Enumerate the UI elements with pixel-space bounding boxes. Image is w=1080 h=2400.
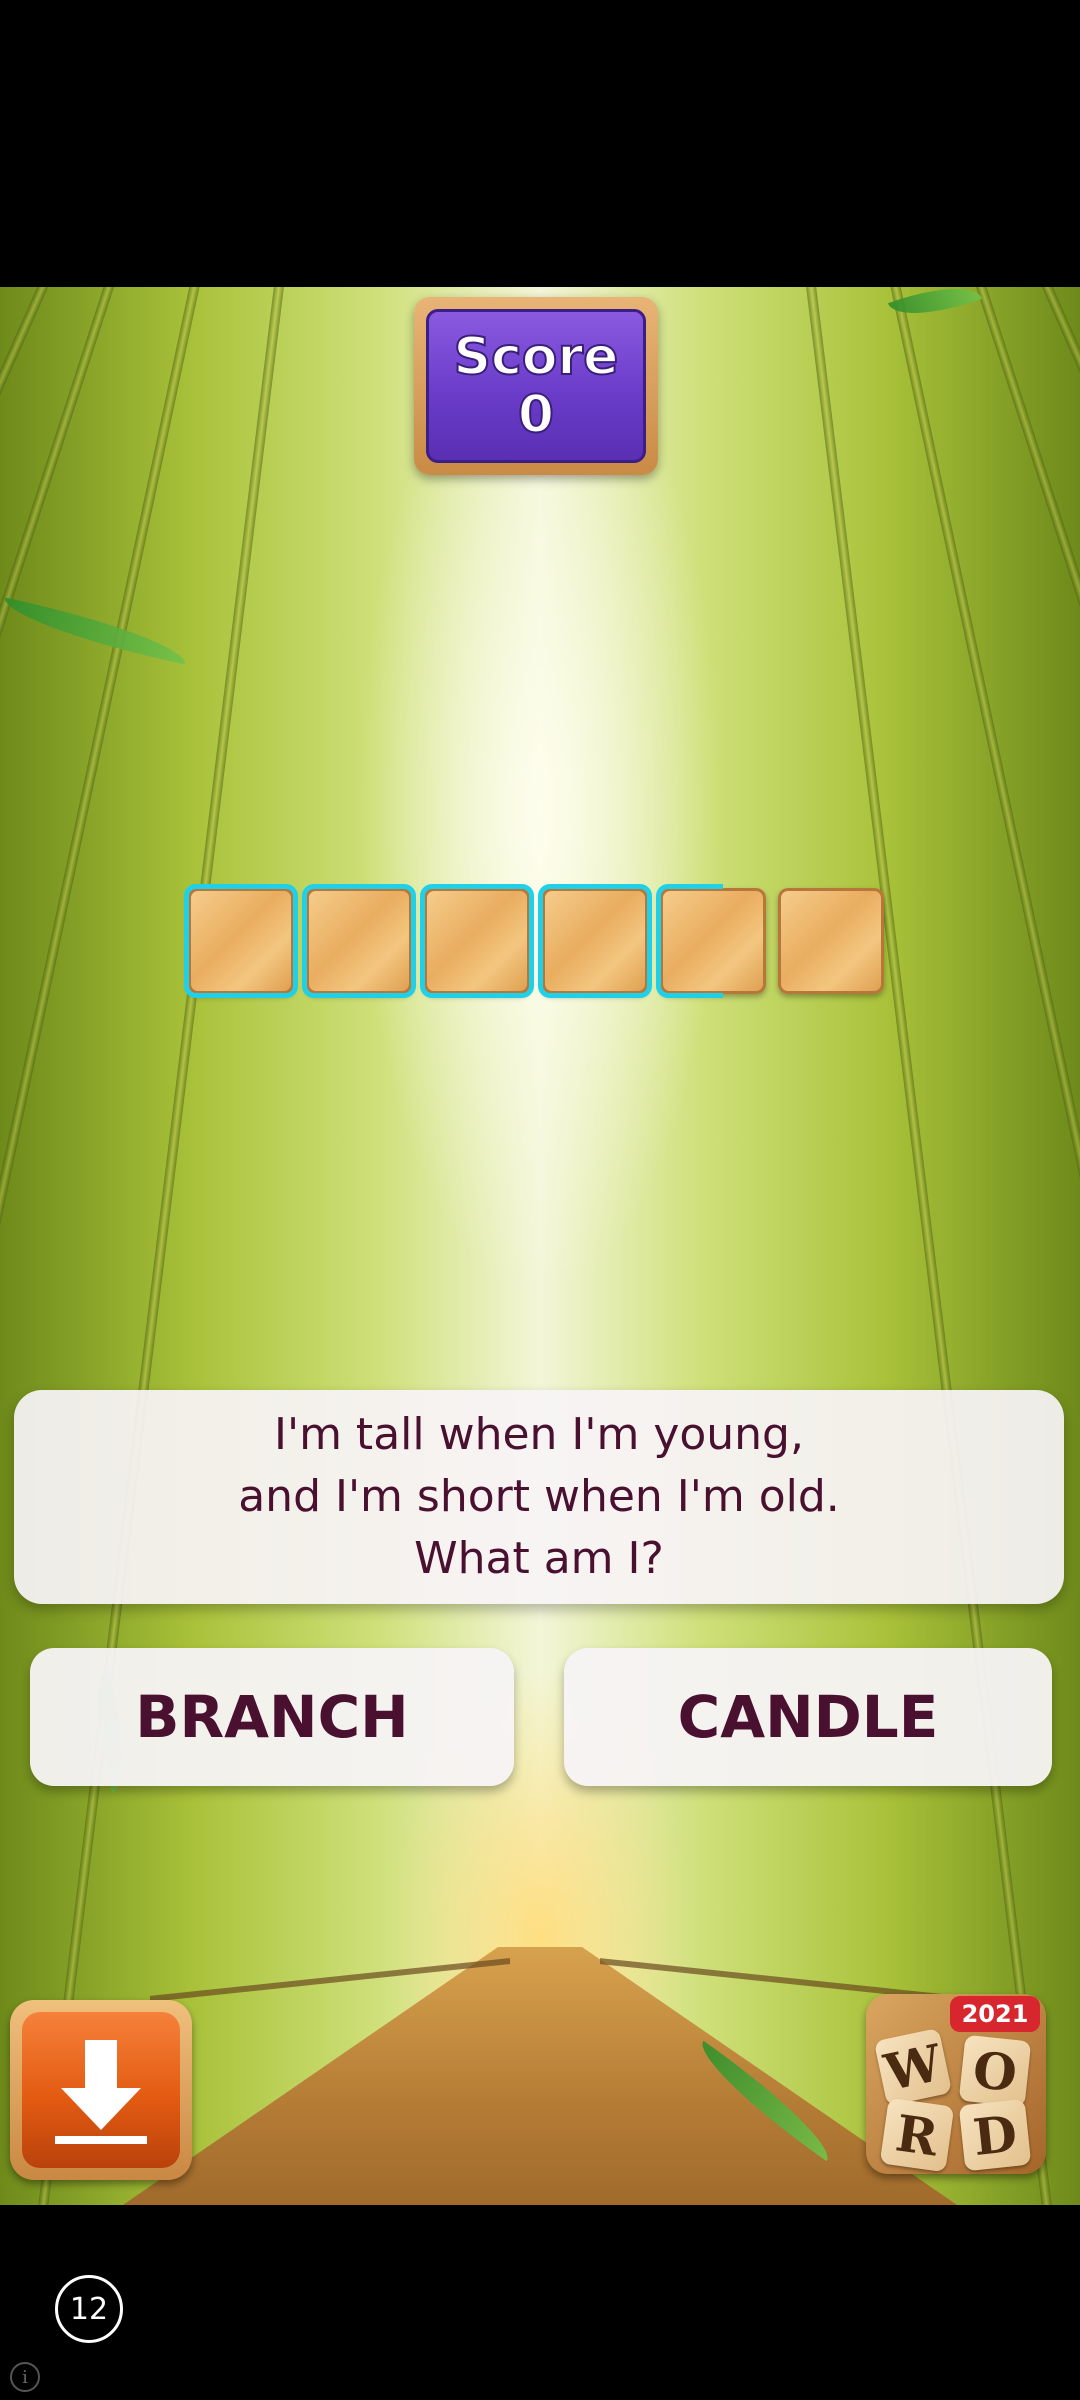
bamboo-stalk [0,287,70,2158]
logo-letter-tile: D [958,2098,1032,2172]
answer-label: BRANCH [135,1683,409,1751]
score-label: Score [453,327,620,387]
status-bar-area [0,0,1080,287]
score-inner: Score 0 [426,309,646,463]
game-background [0,287,1080,2205]
letter-slot [184,884,298,998]
bamboo-stalk [800,287,1066,2205]
leaf-decoration [0,597,191,665]
score-value: 0 [517,385,555,445]
riddle-line-2: and I'm short when I'm old. [238,1471,840,1522]
logo-letter-tile: W [873,2027,953,2107]
answer-button-branch[interactable]: BRANCH [30,1648,514,1786]
answer-label: CANDLE [677,1683,939,1751]
download-button[interactable] [10,2000,192,2180]
word-2021-logo[interactable]: 2021 W O R D [866,1994,1046,2174]
bamboo-stalk [0,287,130,2205]
answer-tiles [184,884,884,998]
bamboo-stalk [880,287,1080,2205]
riddle-line-1: I'm tall when I'm young, [274,1409,804,1460]
logo-letter-tile: O [958,2034,1032,2108]
bamboo-stalk [0,287,210,2205]
letter-slot [302,884,416,998]
download-inner [22,2012,180,2168]
download-arrow-icon [55,2040,147,2144]
riddle-card: I'm tall when I'm young, and I'm short w… [14,1390,1064,1604]
logo-letter-tile: R [879,2097,955,2173]
bamboo-stalk [24,287,290,2205]
letter-slot [538,884,652,998]
letter-slot [420,884,534,998]
letter-slot [778,888,884,994]
bottom-bar [0,2205,1080,2400]
answer-button-candle[interactable]: CANDLE [564,1648,1052,1786]
riddle-line-3: What am I? [414,1533,664,1584]
count-badge: 12 [55,2275,123,2343]
info-icon[interactable]: i [10,2362,40,2392]
logo-year-badge: 2021 [950,1996,1040,2032]
score-panel: Score 0 [414,297,658,475]
letter-slot [656,884,766,998]
bamboo-stalk [960,287,1080,2205]
